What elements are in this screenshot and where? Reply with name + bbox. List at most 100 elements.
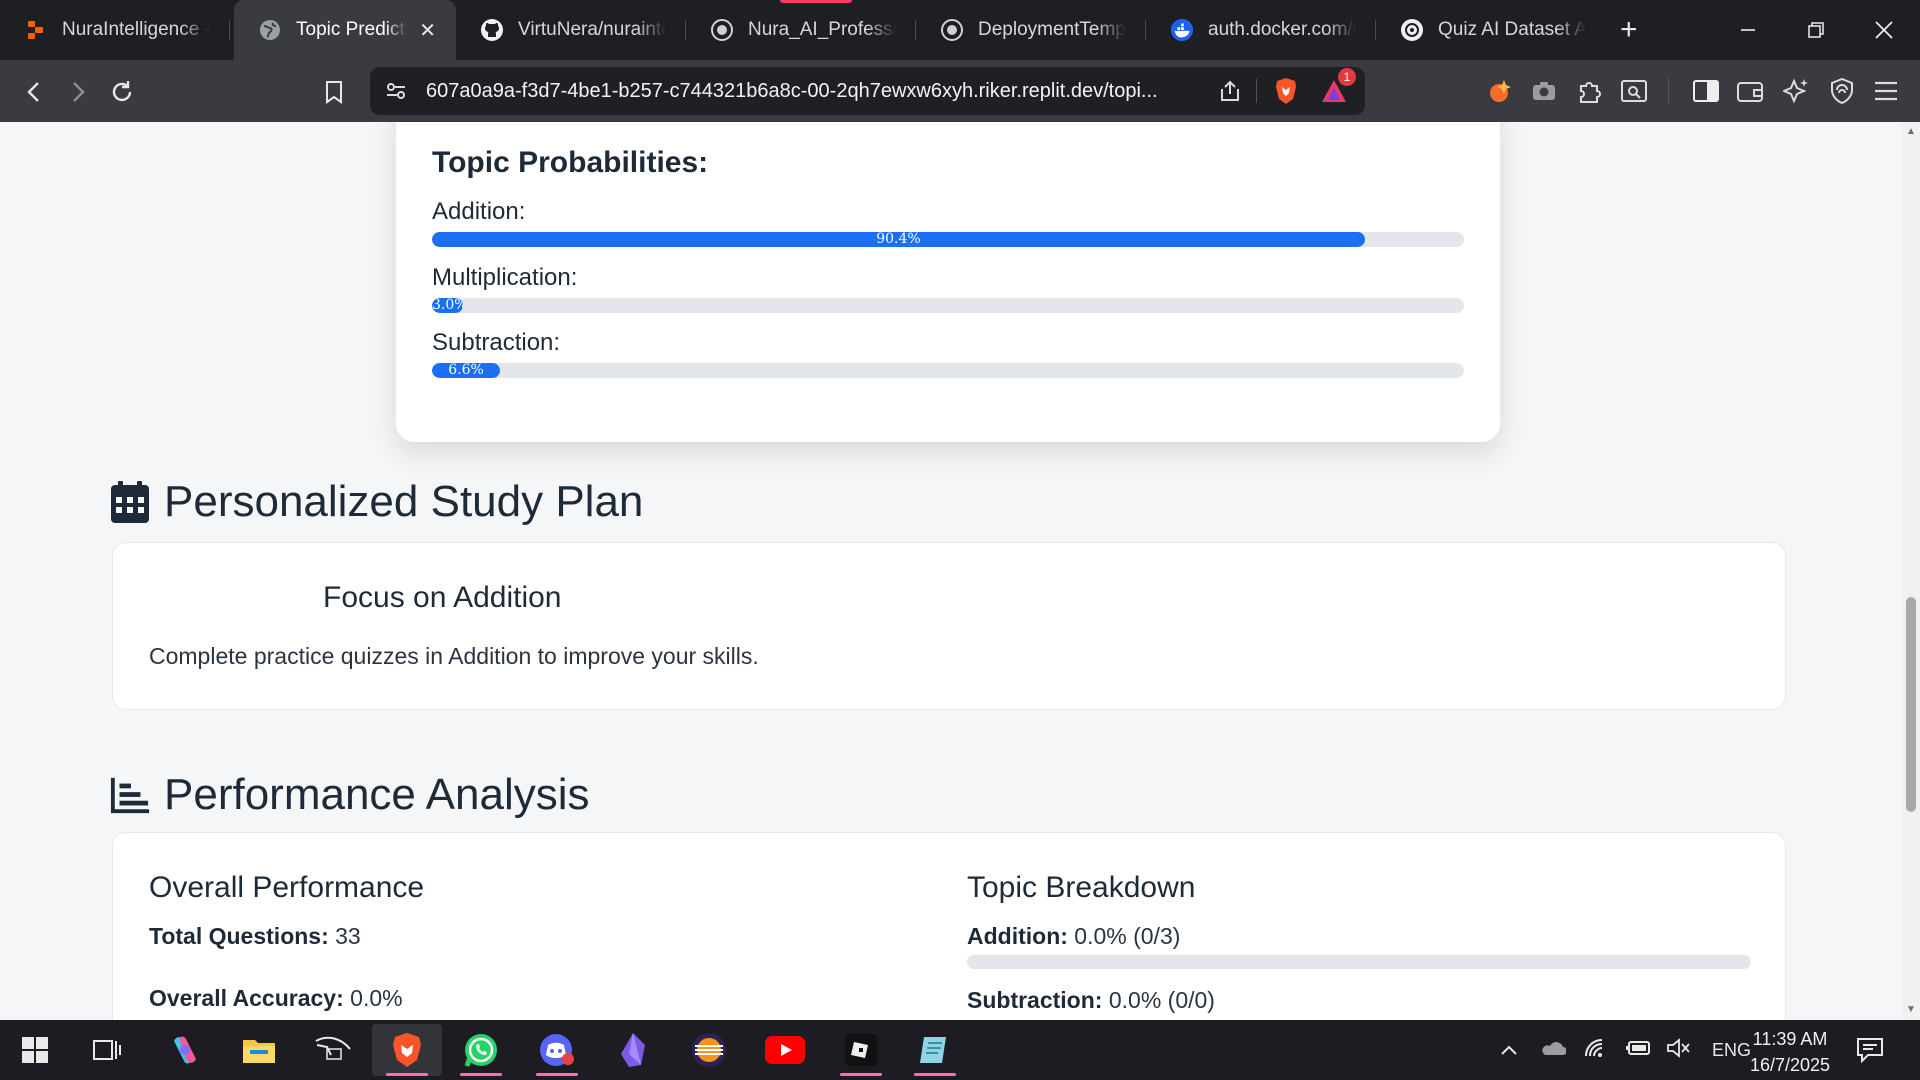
extensions-icon[interactable] bbox=[1576, 77, 1604, 105]
performance-heading: Performance Analysis bbox=[110, 770, 590, 820]
wifi-icon[interactable] bbox=[1584, 1038, 1608, 1063]
breakdown-progress-bar bbox=[967, 955, 1751, 969]
probability-bar: 3.0% bbox=[432, 298, 1464, 313]
tab-deployment-template[interactable]: DeploymentTempla bbox=[916, 0, 1146, 60]
copilot-icon[interactable] bbox=[150, 1024, 220, 1076]
tab-title: DeploymentTempla bbox=[978, 19, 1126, 40]
tab-docker-auth[interactable]: auth.docker.com/d bbox=[1146, 0, 1376, 60]
tab-title: Quiz AI Dataset An bbox=[1438, 19, 1586, 40]
vpn-shield-icon[interactable] bbox=[1828, 77, 1856, 105]
forward-button[interactable] bbox=[58, 72, 98, 112]
system-tray: ENG bbox=[1500, 1020, 1751, 1080]
roblox-studio-icon[interactable] bbox=[826, 1024, 896, 1076]
breakdown-addition: Addition: 0.0% (0/3) bbox=[967, 923, 1180, 950]
sidebar-icon[interactable] bbox=[1692, 77, 1720, 105]
globe-icon bbox=[258, 18, 282, 42]
site-settings-icon[interactable] bbox=[382, 77, 410, 105]
performance-card: Overall Performance Total Questions: 33 … bbox=[112, 832, 1786, 1020]
start-button[interactable] bbox=[0, 1024, 70, 1076]
system-clock[interactable]: 11:39 AM 16/7/2025 bbox=[1740, 1026, 1840, 1078]
brave-shields-icon[interactable] bbox=[1272, 77, 1300, 105]
probability-text: 90.4% bbox=[876, 232, 921, 247]
eclipse-icon[interactable] bbox=[674, 1024, 744, 1076]
new-tab-button[interactable]: + bbox=[1606, 0, 1652, 60]
scroll-down-arrow[interactable]: ▼ bbox=[1905, 1004, 1917, 1016]
discord-icon[interactable] bbox=[522, 1024, 592, 1076]
overall-accuracy: Overall Accuracy: 0.0% bbox=[149, 985, 403, 1012]
battery-icon[interactable] bbox=[1626, 1040, 1652, 1061]
tab-topic-prediction[interactable]: Topic Predictio ✕ bbox=[234, 0, 456, 60]
restore-button[interactable] bbox=[1782, 0, 1850, 60]
url-text[interactable]: 607a0a9a-f3d7-4be1-b257-c744321b6a8c-00-… bbox=[426, 80, 1158, 103]
overall-performance-title: Overall Performance bbox=[149, 871, 425, 904]
breakdown-value: 0.0% (0/3) bbox=[1074, 923, 1181, 949]
file-explorer-icon[interactable] bbox=[224, 1024, 294, 1076]
tab-github[interactable]: VirtuNera/nurainte bbox=[456, 0, 686, 60]
minimize-button[interactable] bbox=[1714, 0, 1782, 60]
tab-title: auth.docker.com/d bbox=[1208, 19, 1356, 40]
probability-bar: 90.4% bbox=[432, 232, 1464, 247]
windows-taskbar: ENG 11:39 AM 16/7/2025 bbox=[0, 1020, 1920, 1080]
notes-app-icon[interactable] bbox=[900, 1024, 970, 1076]
replit-icon bbox=[24, 18, 48, 42]
tab-title: NuraIntelligence - F bbox=[62, 19, 210, 40]
probability-text: 6.6% bbox=[448, 363, 484, 378]
topic-probabilities-card: Topic Probabilities: Addition: 90.4% Mul… bbox=[396, 122, 1500, 442]
total-questions-label: Total Questions: bbox=[149, 923, 329, 949]
onedrive-icon[interactable] bbox=[1540, 1040, 1567, 1061]
camera-icon[interactable] bbox=[1530, 77, 1558, 105]
brave-browser-icon[interactable] bbox=[372, 1024, 442, 1076]
share-icon[interactable] bbox=[1216, 77, 1244, 105]
obsidian-icon[interactable] bbox=[598, 1024, 668, 1076]
breakdown-value: 0.0% (0/0) bbox=[1108, 987, 1215, 1013]
tab-title: VirtuNera/nurainte bbox=[518, 19, 666, 40]
overall-accuracy-label: Overall Accuracy: bbox=[149, 985, 344, 1011]
leo-ai-icon[interactable] bbox=[1486, 77, 1514, 105]
github-icon bbox=[480, 18, 504, 42]
back-button[interactable] bbox=[14, 72, 54, 112]
reload-button[interactable] bbox=[102, 72, 142, 112]
close-tab-icon[interactable]: ✕ bbox=[419, 18, 436, 43]
tab-title: Topic Predictio bbox=[296, 19, 408, 40]
overall-accuracy-value: 0.0% bbox=[350, 985, 403, 1011]
notifications-icon[interactable] bbox=[1840, 1024, 1900, 1076]
calendar-icon bbox=[110, 480, 150, 524]
performance-heading-text: Performance Analysis bbox=[164, 770, 590, 819]
plus-icon: + bbox=[1620, 13, 1638, 46]
reader-mode-icon[interactable] bbox=[1620, 77, 1648, 105]
clock-date: 16/7/2025 bbox=[1749, 1055, 1831, 1075]
speaker-muted-icon[interactable] bbox=[1666, 1037, 1690, 1063]
clock-time: 11:39 AM bbox=[1752, 1029, 1828, 1049]
probability-fill: 3.0% bbox=[432, 298, 463, 313]
tab-nura-ai-profession[interactable]: Nura_AI_Profession bbox=[686, 0, 916, 60]
chevron-up-icon[interactable] bbox=[1500, 1040, 1518, 1061]
task-view-icon[interactable] bbox=[72, 1024, 142, 1076]
wallet-icon[interactable] bbox=[1736, 77, 1764, 105]
probability-bar: 6.6% bbox=[432, 363, 1464, 378]
probability-label: Addition: bbox=[432, 198, 526, 225]
probability-label: Subtraction: bbox=[432, 329, 561, 356]
address-bar[interactable]: 607a0a9a-f3d7-4be1-b257-c744321b6a8c-00-… bbox=[370, 67, 1365, 115]
browser-toolbar: 607a0a9a-f3d7-4be1-b257-c744321b6a8c-00-… bbox=[0, 60, 1920, 122]
scroll-thumb[interactable] bbox=[1906, 597, 1916, 812]
study-plan-card: Focus on Addition Complete practice quiz… bbox=[112, 542, 1786, 710]
tab-nuraintelligence[interactable]: NuraIntelligence - F bbox=[0, 0, 230, 60]
leo-sparkle-icon[interactable] bbox=[1782, 77, 1810, 105]
menu-icon[interactable] bbox=[1872, 77, 1900, 105]
whatsapp-icon[interactable] bbox=[446, 1024, 516, 1076]
tab-quiz-ai-dataset[interactable]: Quiz AI Dataset An bbox=[1376, 0, 1606, 60]
bookmark-icon[interactable] bbox=[314, 72, 354, 112]
scroll-up-arrow[interactable]: ▲ bbox=[1905, 126, 1917, 138]
study-plan-heading-text: Personalized Study Plan bbox=[164, 477, 644, 526]
topic-breakdown-title: Topic Breakdown bbox=[967, 871, 1196, 904]
page-scrollbar[interactable]: ▲ ▼ bbox=[1902, 122, 1920, 1020]
close-window-button[interactable] bbox=[1850, 0, 1918, 60]
kali-linux-icon[interactable] bbox=[298, 1024, 368, 1076]
bar-chart-icon bbox=[110, 773, 150, 817]
breakdown-label: Addition: bbox=[967, 923, 1068, 949]
youtube-icon[interactable] bbox=[750, 1024, 820, 1076]
tab-bar: NuraIntelligence - F Topic Predictio ✕ V… bbox=[0, 0, 1920, 60]
total-questions: Total Questions: 33 bbox=[149, 923, 361, 950]
study-plan-title: Focus on Addition bbox=[323, 581, 562, 614]
docker-icon bbox=[1170, 18, 1194, 42]
